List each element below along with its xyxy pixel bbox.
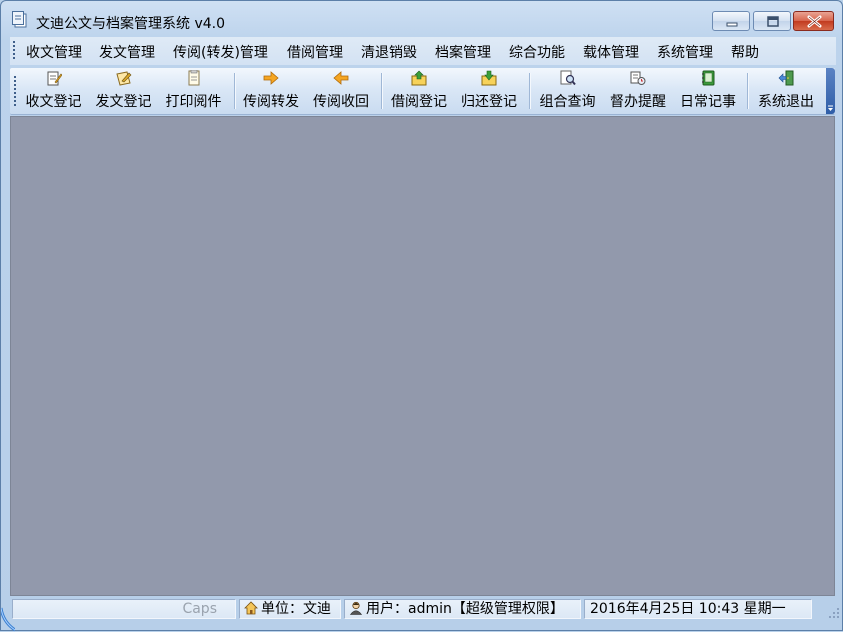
- reminder-icon: [630, 71, 646, 85]
- tool-recall[interactable]: 传阅收回: [308, 68, 374, 114]
- window-corner-decoration: [1, 607, 15, 632]
- menu-system[interactable]: 系统管理: [657, 41, 713, 63]
- tool-label: 打印阅件: [165, 94, 222, 110]
- toolbar-separator: [747, 73, 748, 109]
- datetime-text: 2016年4月25日 10:43 星期一: [590, 601, 786, 617]
- tool-print-document[interactable]: 打印阅件: [161, 68, 226, 114]
- menu-borrowing[interactable]: 借阅管理: [287, 41, 343, 63]
- tool-return-register[interactable]: 归还登记: [456, 68, 522, 114]
- menu-grip[interactable]: [13, 41, 15, 61]
- tool-label: 督办提醒: [610, 94, 666, 110]
- menu-circulation[interactable]: 传阅(转发)管理: [173, 41, 268, 63]
- tool-notebook[interactable]: 日常记事: [675, 68, 741, 114]
- tool-exit[interactable]: 系统退出: [751, 68, 821, 114]
- exit-door-icon: [778, 70, 794, 86]
- tool-label: 收文登记: [25, 94, 82, 110]
- app-icon: [12, 11, 27, 28]
- maximize-icon: [767, 16, 779, 27]
- recall-arrow-icon: [333, 71, 349, 85]
- toolbar-grip[interactable]: [14, 76, 16, 108]
- tool-send-register[interactable]: 发文登记: [91, 68, 156, 114]
- tool-borrow-register[interactable]: 借阅登记: [386, 68, 452, 114]
- menu-help[interactable]: 帮助: [731, 41, 759, 63]
- toolbar: 收文登记 发文登记 打印阅件 传阅转发 传阅收回 借阅登记 归还登记 组合查询 …: [10, 68, 835, 115]
- tool-receive-register[interactable]: 收文登记: [21, 68, 86, 114]
- tool-label: 组合查询: [539, 94, 596, 110]
- home-icon: [244, 601, 258, 615]
- receive-register-icon: [47, 71, 62, 86]
- status-caps-panel: Caps: [12, 599, 236, 619]
- status-user-panel: 用户：admin【超级管理权限】: [344, 599, 581, 619]
- unit-text: 单位：文迪: [261, 601, 331, 617]
- tool-label: 借阅登记: [391, 94, 447, 110]
- menu-functions[interactable]: 综合功能: [509, 41, 565, 63]
- send-register-icon: [115, 71, 131, 86]
- print-document-icon: [188, 70, 199, 86]
- menu-clearance[interactable]: 清退销毁: [361, 41, 417, 63]
- user-icon: [349, 601, 363, 615]
- chevron-down-icon: [828, 105, 833, 111]
- toolbar-separator: [529, 73, 530, 109]
- menu-receive-docs[interactable]: 收文管理: [26, 41, 82, 63]
- tool-reminder[interactable]: 督办提醒: [605, 68, 671, 114]
- close-icon: [807, 15, 822, 28]
- tool-label: 发文登记: [95, 94, 152, 110]
- window-title: 文迪公文与档案管理系统 v4.0: [36, 16, 225, 32]
- toolbar-separator: [234, 73, 235, 109]
- tool-search-query[interactable]: 组合查询: [534, 68, 601, 114]
- status-bar: Caps 单位：文迪 用户：admin【超级管理权限】 2016年4月25日 1…: [10, 597, 839, 621]
- tool-label: 传阅收回: [313, 94, 369, 110]
- search-query-icon: [560, 70, 576, 86]
- toolbar-overflow-button[interactable]: [826, 68, 835, 114]
- menu-archives[interactable]: 档案管理: [435, 41, 491, 63]
- notebook-icon: [702, 70, 715, 86]
- forward-arrow-icon: [263, 71, 279, 85]
- maximize-button[interactable]: [753, 11, 791, 31]
- minimize-icon: [726, 22, 738, 27]
- status-unit-panel: 单位：文迪: [239, 599, 341, 619]
- title-bar[interactable]: 文迪公文与档案管理系统 v4.0: [1, 1, 842, 35]
- menu-bar: 收文管理 发文管理 传阅(转发)管理 借阅管理 清退销毁 档案管理 综合功能 载…: [10, 37, 836, 65]
- status-datetime-panel: 2016年4月25日 10:43 星期一: [584, 599, 812, 619]
- main-window: 文迪公文与档案管理系统 v4.0 收文管理 发文管理 传阅(转发)管理 借阅管理…: [0, 0, 843, 632]
- tool-label: 传阅转发: [243, 94, 299, 110]
- caps-indicator: Caps: [182, 601, 217, 617]
- borrow-register-icon: [411, 70, 427, 86]
- close-button[interactable]: [793, 11, 834, 31]
- tool-forward[interactable]: 传阅转发: [238, 68, 304, 114]
- minimize-button[interactable]: [712, 11, 750, 31]
- tool-label: 日常记事: [680, 94, 736, 110]
- resize-grip-icon[interactable]: [828, 607, 840, 619]
- tool-label: 系统退出: [758, 94, 814, 110]
- mdi-client-area: [10, 116, 835, 596]
- toolbar-separator: [381, 73, 382, 109]
- return-register-icon: [481, 70, 497, 86]
- user-text: 用户：admin【超级管理权限】: [366, 601, 564, 617]
- menu-media[interactable]: 载体管理: [583, 41, 639, 63]
- menu-send-docs[interactable]: 发文管理: [99, 41, 155, 63]
- tool-label: 归还登记: [461, 94, 517, 110]
